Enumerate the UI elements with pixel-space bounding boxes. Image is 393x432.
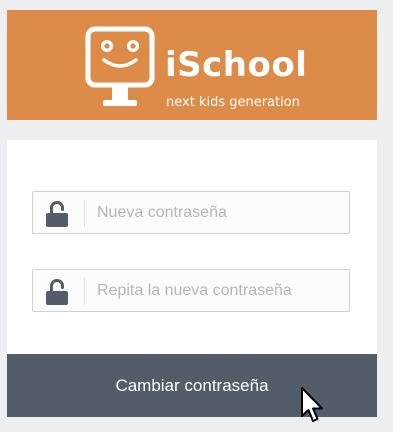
- unlocked-padlock-icon: [46, 279, 68, 305]
- unlocked-padlock-icon: [46, 201, 68, 227]
- field-divider: [84, 200, 85, 227]
- mouse-pointer-icon: [301, 387, 323, 422]
- header-banner: iSchool next kids generation: [7, 10, 377, 120]
- repeat-password-input[interactable]: [97, 270, 345, 311]
- password-change-card: Cambiar contraseña: [7, 140, 377, 417]
- field-divider: [84, 278, 85, 305]
- repeat-password-field[interactable]: [32, 269, 350, 312]
- new-password-input[interactable]: [97, 192, 345, 233]
- new-password-field[interactable]: [32, 191, 350, 234]
- ischool-logo-icon: [85, 26, 155, 106]
- brand-name: iSchool: [165, 45, 308, 85]
- brand-tagline: next kids generation: [166, 95, 300, 110]
